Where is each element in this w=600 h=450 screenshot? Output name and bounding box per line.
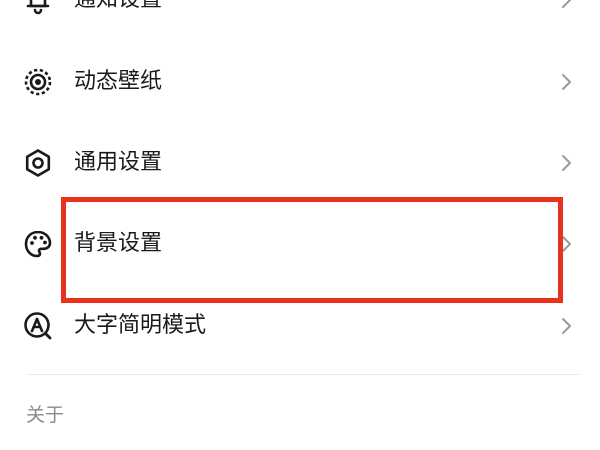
settings-item-label: 通用设置 [74,150,163,175]
settings-item-notifications[interactable]: 通知设置 [0,0,600,30]
section-divider [26,374,580,375]
settings-item-background[interactable]: 背景设置 [0,214,600,274]
chevron-right-icon [556,316,576,336]
dynamic-wallpaper-icon [22,66,54,98]
palette-icon [22,228,54,260]
chevron-right-icon [556,234,576,254]
settings-screen: 通知设置 动态壁纸 通用设置 [0,0,600,450]
bell-icon [22,0,54,16]
settings-item-large-text-mode[interactable]: 大字简明模式 [0,296,600,356]
chevron-right-icon [556,0,576,10]
gear-icon [22,147,54,179]
settings-item-label: 通知设置 [74,0,162,17]
settings-item-label: 大字简明模式 [74,313,207,338]
section-header-about: 关于 [26,404,65,426]
settings-item-general[interactable]: 通用设置 [0,133,600,193]
large-text-icon [22,310,54,342]
settings-item-label: 动态壁纸 [74,69,163,94]
settings-item-label: 背景设置 [74,231,163,256]
chevron-right-icon [556,153,576,173]
chevron-right-icon [556,72,576,92]
settings-item-dynamic-wallpaper[interactable]: 动态壁纸 [0,52,600,112]
